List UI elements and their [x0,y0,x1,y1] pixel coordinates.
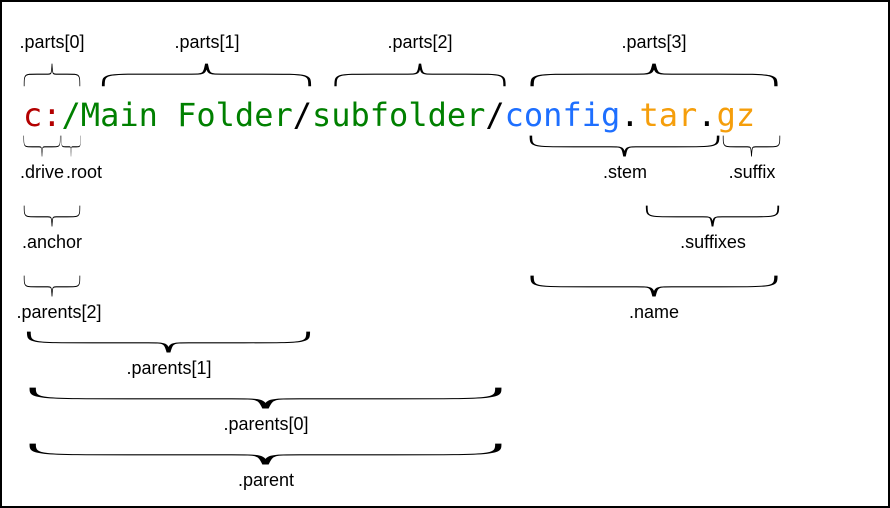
label-parents2: .parents[2] [16,302,101,323]
path-sep-1: / [485,96,504,134]
brace-parts3-top [527,62,781,88]
brace-parts1-top [99,62,314,88]
brace-name [527,274,781,298]
label-parent: .parent [238,470,294,491]
label-parts3: .parts[3] [621,32,686,53]
path-dot-0: . [620,96,639,134]
path-drive: c: [23,96,62,134]
label-parts2: .parts[2] [387,32,452,53]
path-stem-base: config [505,96,621,134]
label-suffix: .suffix [729,162,776,183]
brace-parts0-top [23,62,81,88]
brace-parents1 [23,330,314,354]
brace-parts2-top [332,62,508,88]
brace-parent [23,442,508,466]
path-sep-0: / [293,96,312,134]
label-anchor: .anchor [22,232,82,253]
label-parents0: .parents[0] [223,414,308,435]
label-drive: .drive [20,162,64,183]
path-dot-1: . [697,96,716,134]
brace-suffix [722,134,781,158]
label-parts1: .parts[1] [174,32,239,53]
path-folder-0: Main Folder [81,96,293,134]
brace-anchor [23,204,81,228]
label-parents1: .parents[1] [126,358,211,379]
label-parts0: .parts[0] [19,32,84,53]
brace-stem [527,134,722,158]
path-root: / [62,96,81,134]
label-suffixes: .suffixes [680,232,746,253]
label-stem: .stem [603,162,647,183]
brace-parents0 [23,386,508,410]
brace-suffixes [644,204,781,228]
path-example: c:/Main Folder/subfolder/config.tar.gz [23,96,755,134]
brace-drive [23,134,61,158]
brace-root [61,134,81,158]
label-root: .root [66,162,102,183]
brace-parents2 [23,274,81,298]
path-suffix-1: gz [717,96,756,134]
label-name: .name [629,302,679,323]
path-folder-1: subfolder [312,96,485,134]
path-suffix-0: tar [640,96,698,134]
